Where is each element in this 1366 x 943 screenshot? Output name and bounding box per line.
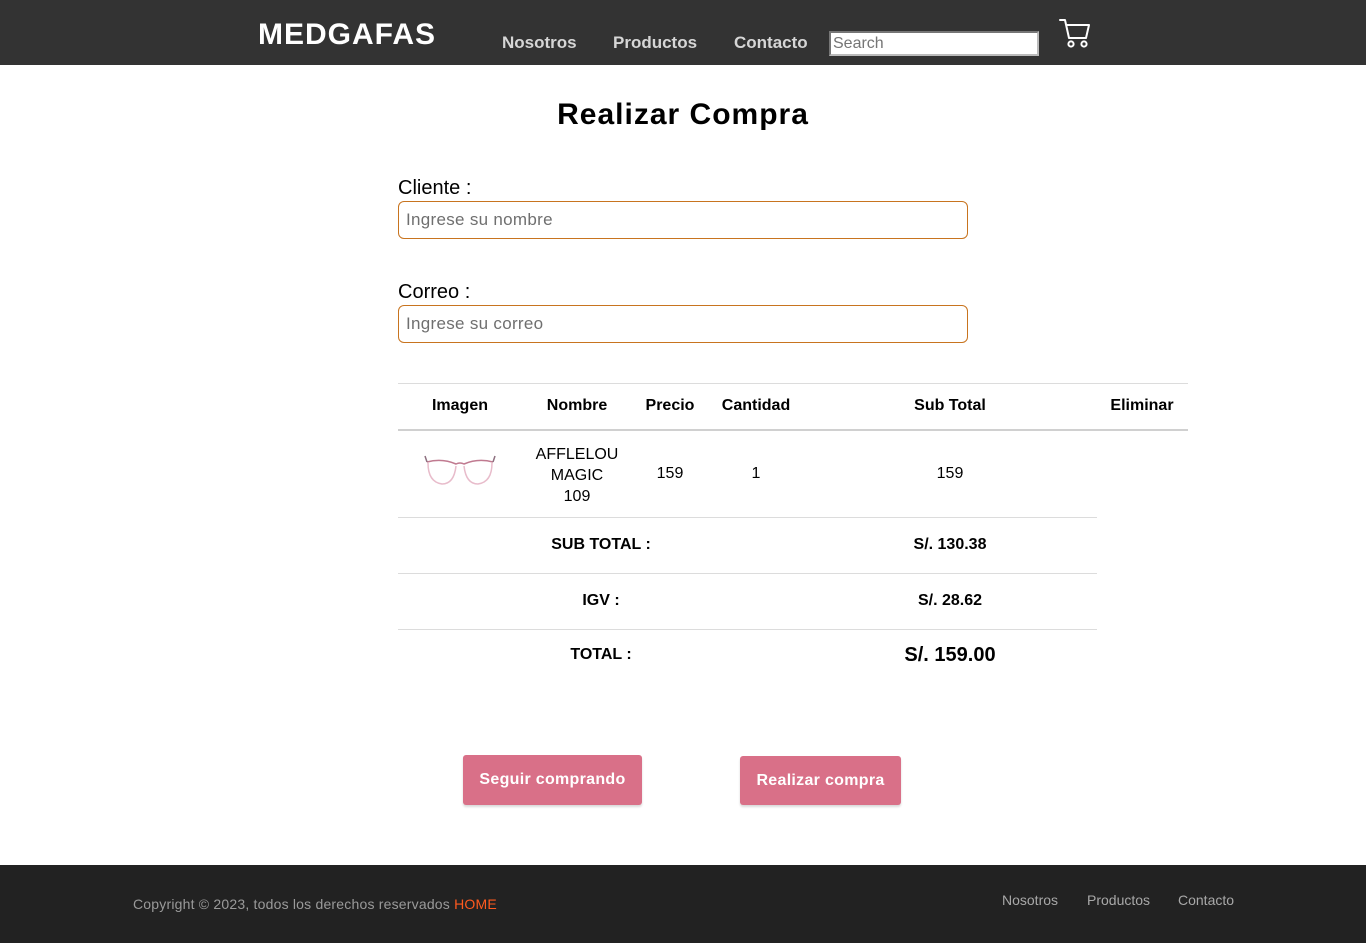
nav-contacto[interactable]: Contacto [734, 33, 808, 53]
realizar-compra-button[interactable]: Realizar compra [740, 756, 901, 805]
header-eliminar: Eliminar [1110, 397, 1174, 414]
header-subtotal: Sub Total [914, 397, 986, 414]
nav-productos[interactable]: Productos [613, 33, 697, 53]
header-precio: Precio [645, 397, 695, 414]
search-input[interactable] [829, 31, 1039, 56]
home-link[interactable]: HOME [454, 896, 497, 912]
product-name: AFFLELOU MAGIC 109 [527, 444, 627, 507]
footer-contacto-link[interactable]: Contacto [1178, 892, 1234, 908]
product-precio: 159 [656, 465, 684, 482]
header-cantidad: Cantidad [721, 397, 791, 414]
product-name-line-1: AFFLELOU [535, 446, 619, 463]
header-nombre: Nombre [546, 397, 608, 414]
igv-divider [398, 629, 1097, 630]
copyright-label: Copyright © 2023, todos los derechos res… [133, 896, 450, 912]
shopping-cart-icon[interactable] [1058, 16, 1092, 50]
subtotal-value: S/. 130.38 [913, 536, 987, 553]
product-name-line-2: MAGIC [550, 467, 604, 484]
table-top-border [398, 383, 1188, 384]
cliente-label: Cliente : [398, 177, 472, 199]
nav-nosotros[interactable]: Nosotros [502, 33, 577, 53]
correo-input[interactable] [398, 305, 968, 343]
footer-nosotros-link[interactable]: Nosotros [1002, 892, 1058, 908]
cliente-input[interactable] [398, 201, 968, 239]
page-title: Realizar Compra [557, 98, 809, 131]
table-header-border [398, 429, 1188, 431]
top-navbar: MEDGAFAS Nosotros Productos Contacto [0, 0, 1366, 65]
total-value: S/. 159.00 [904, 644, 996, 666]
subtotal-divider [398, 573, 1097, 574]
product-name-line-3: 109 [563, 488, 591, 505]
footer: Copyright © 2023, todos los derechos res… [0, 865, 1366, 943]
brand-logo[interactable]: MEDGAFAS [258, 18, 436, 52]
correo-label: Correo : [398, 281, 471, 303]
product-subtotal: 159 [936, 465, 964, 482]
seguir-comprando-button[interactable]: Seguir comprando [463, 755, 642, 805]
copyright-text: Copyright © 2023, todos los derechos res… [133, 896, 497, 912]
product-cantidad: 1 [751, 465, 761, 482]
footer-productos-link[interactable]: Productos [1087, 892, 1150, 908]
igv-value: S/. 28.62 [917, 592, 983, 609]
eyeglasses-icon [424, 455, 496, 485]
row-divider [398, 517, 1097, 518]
header-imagen: Imagen [431, 397, 488, 414]
